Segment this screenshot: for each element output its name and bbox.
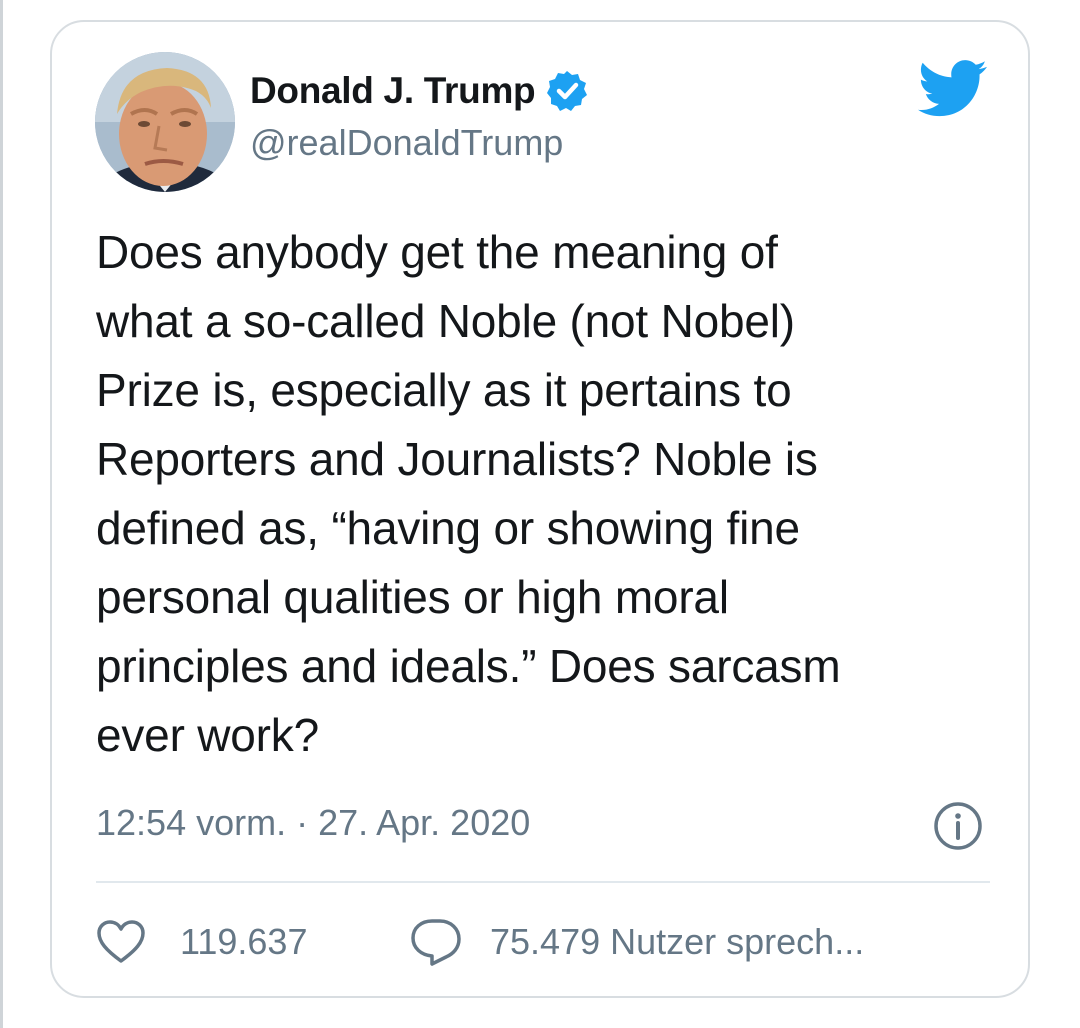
- tweet-text-line: Reporters and Journalists? Noble is: [96, 433, 818, 485]
- tweet-card[interactable]: Donald J. Trump @realDonaldTrump Does an…: [50, 20, 1030, 998]
- tweet-text: Does anybody get the meaning of what a s…: [96, 218, 1006, 770]
- tweet-text-line: principles and ideals.” Does sarcasm: [96, 640, 841, 692]
- tweet-text-line: what a so-called Noble (not Nobel): [96, 295, 795, 347]
- info-icon[interactable]: [932, 800, 984, 852]
- reply-button[interactable]: 75.479 Nutzer sprech...: [410, 917, 864, 967]
- display-name[interactable]: Donald J. Trump: [250, 70, 536, 112]
- avatar[interactable]: [95, 52, 235, 192]
- likes-count: 119.637: [180, 921, 308, 962]
- divider: [96, 881, 990, 883]
- tweet-timestamp[interactable]: 12:54 vorm. · 27. Apr. 2020: [96, 802, 530, 844]
- tweet-text-line: ever work?: [96, 709, 319, 761]
- author-handle[interactable]: @realDonaldTrump: [250, 122, 563, 164]
- tweet-text-line: Prize is, especially as it pertains to: [96, 364, 792, 416]
- left-edge-border: [0, 0, 3, 1028]
- tweet-text-line: personal qualities or high moral: [96, 571, 729, 623]
- replies-count: 75.479 Nutzer sprech...: [490, 921, 865, 962]
- tweet-text-line: defined as, “having or showing fine: [96, 502, 800, 554]
- tweet-text-line: Does anybody get the meaning of: [96, 226, 778, 278]
- speech-bubble-icon[interactable]: [410, 917, 462, 967]
- verified-badge-icon: [547, 71, 588, 111]
- like-button[interactable]: 119.637: [96, 917, 307, 967]
- author-name-row[interactable]: Donald J. Trump: [250, 66, 589, 116]
- heart-icon[interactable]: [96, 919, 146, 965]
- avatar-image: [95, 52, 235, 192]
- twitter-bird-icon[interactable]: [918, 58, 988, 120]
